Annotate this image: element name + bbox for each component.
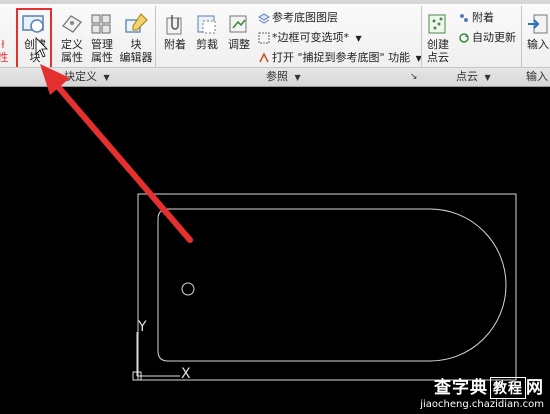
clip-icon — [197, 15, 216, 34]
reference-title: 参照 — [266, 70, 288, 83]
hole-circle — [181, 282, 195, 296]
chevron-down-icon: ▼ — [294, 73, 301, 82]
auto-update-label: 自动更新 — [472, 31, 516, 44]
block-editor-icon — [125, 13, 148, 33]
watermark-brand: 查字典 教程网 — [420, 373, 544, 399]
drawing-canvas[interactable]: Y X — [0, 87, 550, 414]
create-pointcloud-label: 创建 点云 — [427, 38, 449, 64]
adjust-label: 调整 — [228, 38, 250, 51]
attach-label: 附着 — [164, 38, 186, 51]
watermark: 查字典 教程网 jiaocheng.chazidian.com — [420, 373, 544, 410]
chevron-down-icon: ▼ — [103, 73, 110, 82]
pointcloud-attach-label: 附着 — [472, 11, 494, 24]
cut-off-button-label: ł 性 — [0, 38, 9, 64]
watermark-box-text: 教程 — [490, 377, 526, 399]
frame-icon — [258, 32, 270, 44]
underlay-layers-icon — [258, 13, 270, 24]
snap-icon — [259, 52, 269, 63]
slot-outline — [157, 208, 507, 362]
dialog-launcher-icon[interactable]: ↘ — [410, 68, 418, 86]
pointcloud-icon — [428, 14, 446, 34]
import-button[interactable]: 输入 — [524, 12, 550, 51]
manage-attribute-button[interactable]: 管理 属性 — [88, 12, 116, 64]
define-attribute-button[interactable]: 定义 属性 — [58, 12, 86, 64]
panel-title-pointcloud: 点云 ▼ — [456, 68, 491, 87]
block-definition-title: 块定义 — [64, 70, 97, 83]
adjust-icon — [229, 15, 247, 33]
import-icon — [528, 14, 548, 34]
block-editor-label: 块 编辑器 — [119, 38, 153, 64]
snap-to-underlay-label: 打开 "捕捉到参考底图" 功能 — [272, 51, 411, 64]
ucs-y-label: Y — [137, 319, 147, 335]
chevron-down-icon: ▼ — [484, 73, 491, 82]
attach-icon — [166, 15, 182, 35]
drawing-area: Y X — [132, 193, 517, 382]
ribbon-tab-strip — [0, 0, 550, 4]
auto-update-icon — [459, 33, 469, 43]
cut-off-button[interactable]: ł 性 — [0, 14, 10, 64]
manage-attribute-label: 管理 属性 — [91, 38, 113, 64]
manage-attribute-icon — [91, 14, 111, 34]
define-attribute-icon — [62, 15, 82, 33]
ribbon: ł 性 创建 块 定义 属性 管理 属性 块 编辑器 附着 剪裁 调整 参考底图… — [0, 0, 550, 87]
import-title: 输入 — [526, 70, 548, 83]
underlay-layers-label: 参考底图图层 — [272, 11, 338, 24]
attach-button[interactable]: 附着 — [160, 12, 190, 51]
frame-variable-label: *边框可变选项* — [272, 31, 349, 44]
outer-rectangle — [137, 193, 517, 381]
watermark-suffix: 网 — [526, 378, 544, 398]
pointcloud-title: 点云 — [456, 70, 478, 83]
ucs-x-label: X — [181, 366, 191, 382]
auto-update-button[interactable]: 自动更新 — [458, 30, 516, 46]
panel-title-import: 输入 — [526, 68, 548, 86]
snap-to-underlay-dropdown[interactable]: 打开 "捕捉到参考底图" 功能 ▼ — [258, 50, 422, 66]
highlight-box — [16, 8, 52, 72]
watermark-brand-text: 查字典 — [434, 378, 488, 398]
create-pointcloud-button[interactable]: 创建 点云 — [424, 12, 452, 64]
panel-title-reference: 参照 ▼ — [266, 68, 301, 87]
clip-label: 剪裁 — [196, 38, 218, 51]
clip-button[interactable]: 剪裁 — [192, 12, 222, 51]
underlay-layers-button[interactable]: 参考底图图层 — [258, 10, 338, 26]
chevron-down-icon: ▼ — [355, 34, 362, 43]
block-editor-button[interactable]: 块 编辑器 — [118, 12, 154, 64]
pointcloud-attach-button[interactable]: 附着 — [458, 10, 494, 26]
frame-variable-dropdown[interactable]: *边框可变选项* ▼ — [258, 30, 362, 46]
attach-icon — [460, 14, 468, 22]
properties-icon — [0, 14, 8, 36]
panel-title-block-definition[interactable]: 块定义 ▼ — [64, 68, 110, 87]
watermark-url: jiaocheng.chazidian.com — [420, 399, 544, 410]
import-label: 输入 — [527, 38, 549, 51]
define-attribute-label: 定义 属性 — [61, 38, 83, 64]
adjust-button[interactable]: 调整 — [224, 12, 254, 51]
panel-title-bar: 块定义 ▼ 参照 ▼ ↘ 点云 ▼ 输入 — [0, 67, 550, 86]
